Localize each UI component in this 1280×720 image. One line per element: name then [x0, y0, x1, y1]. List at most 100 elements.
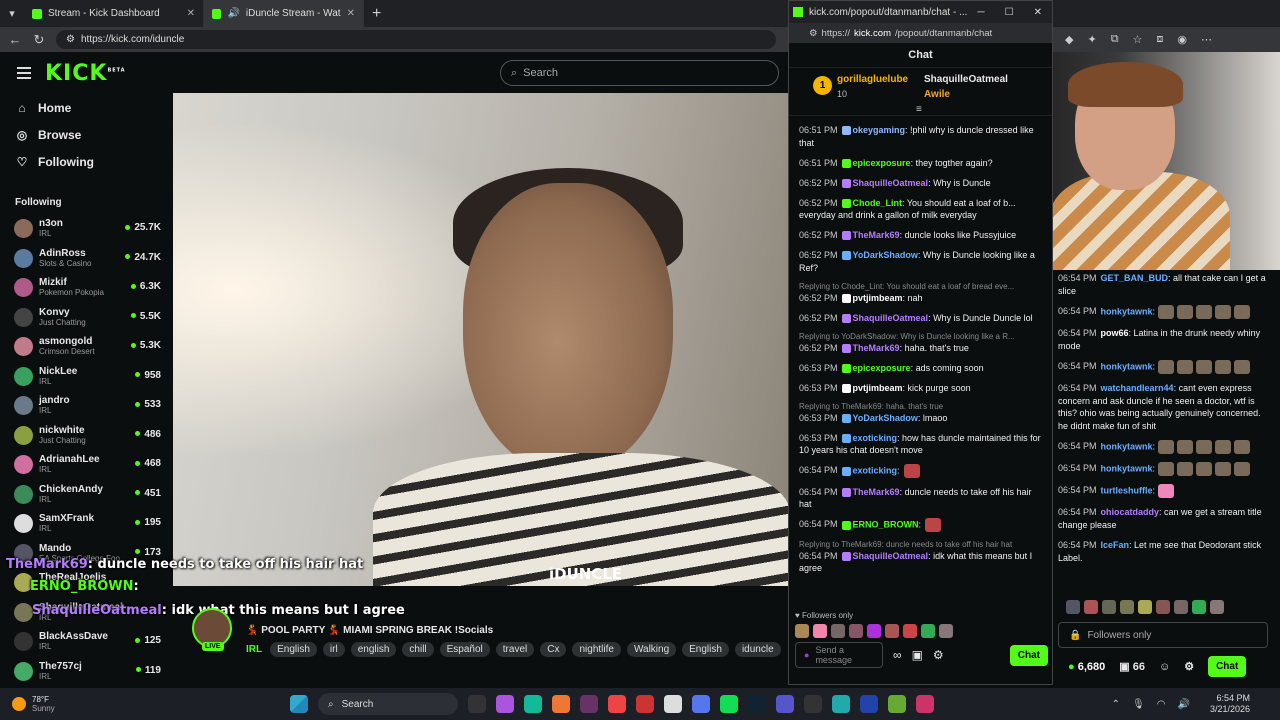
stream-tag[interactable]: english [350, 642, 397, 657]
message-username[interactable]: Chode_Lint [853, 198, 903, 208]
new-tab-button[interactable]: + [372, 5, 381, 23]
following-item[interactable]: NickLee IRL 958 [0, 362, 172, 392]
message-username[interactable]: exoticking [853, 465, 898, 475]
following-item[interactable]: jandro IRL 533 [0, 391, 172, 421]
emote[interactable] [795, 624, 809, 638]
app-icon[interactable] [580, 695, 598, 713]
emote[interactable] [1156, 600, 1170, 614]
message-username[interactable]: pvtjimbeam [853, 383, 903, 393]
message-username[interactable]: YoDarkShadow [853, 250, 918, 260]
maximize-icon[interactable]: ☐ [1005, 7, 1014, 18]
weather-widget[interactable]: 78°F Sunny [0, 695, 290, 713]
emote-icon[interactable]: ∞ [893, 648, 902, 662]
start-icon[interactable] [290, 695, 308, 713]
message-username[interactable]: ShaquilleOatmeal [853, 178, 929, 188]
emote[interactable] [1174, 600, 1188, 614]
app-icon[interactable] [804, 695, 822, 713]
message-username[interactable]: epicexposure [853, 158, 911, 168]
menu-icon[interactable] [17, 67, 31, 79]
message-username[interactable]: GET_BAN_BUD [1101, 273, 1169, 283]
favorites-icon[interactable]: ☆ [1133, 33, 1143, 46]
extension-icon[interactable]: ◆ [1065, 33, 1073, 46]
extension-icon[interactable]: ✦ [1087, 33, 1096, 46]
following-item[interactable]: asmongold Crimson Desert 5.3K [0, 332, 172, 362]
spotify-icon[interactable] [720, 695, 738, 713]
reload-icon[interactable]: ↻ [32, 32, 46, 48]
search-input[interactable]: ⌕ Search [500, 60, 779, 86]
message-username[interactable]: ohiocatdaddy [1101, 507, 1160, 517]
volume-icon[interactable]: 🔊 [1178, 699, 1190, 710]
message-username[interactable]: honkytawnk [1101, 306, 1153, 316]
emote[interactable] [1102, 600, 1116, 614]
url-field[interactable]: ⚙ https://kick.com/iduncle [56, 30, 776, 49]
emote[interactable] [849, 624, 863, 638]
tab-kick-dashboard[interactable]: Stream - Kick Dashboard ✕ [24, 0, 204, 27]
stream-tag[interactable]: English [270, 642, 317, 657]
emote-icon[interactable]: ☺ [1159, 661, 1170, 673]
message-username[interactable]: epicexposure [853, 363, 911, 373]
message-username[interactable]: exoticking [853, 433, 898, 443]
send-message-input[interactable]: ● Send a message [795, 642, 883, 668]
extensions-icon[interactable]: ⧉ [1111, 33, 1119, 46]
following-item[interactable]: nickwhite Just Chatting 486 [0, 421, 172, 451]
stream-tag[interactable]: iduncle [734, 642, 781, 657]
sidebar-item-home[interactable]: ⌂ Home [0, 94, 172, 121]
message-username[interactable]: turtleshuffle [1101, 485, 1153, 495]
chat-send-button[interactable]: Chat [1208, 656, 1247, 677]
message-username[interactable]: TheMark69 [853, 487, 900, 497]
emote[interactable] [921, 624, 935, 638]
following-item[interactable]: n3on IRL 25.7K [0, 214, 172, 244]
app-icon[interactable] [636, 695, 654, 713]
message-username[interactable]: IceFan [1101, 540, 1130, 550]
popout-url[interactable]: ⚙ https://kick.com/popout/dtanmanb/chat [789, 23, 1052, 43]
emote[interactable] [1084, 600, 1098, 614]
emote[interactable] [939, 624, 953, 638]
discord-icon[interactable] [692, 695, 710, 713]
emote[interactable] [1210, 600, 1224, 614]
more-icon[interactable]: ⋯ [1201, 33, 1212, 46]
message-username[interactable]: YoDarkShadow [853, 413, 918, 423]
message-username[interactable]: pvtjimbeam [853, 293, 903, 303]
message-username[interactable]: TheMark69 [853, 343, 900, 353]
firefox-icon[interactable] [552, 695, 570, 713]
stream-tag[interactable]: Walking [626, 642, 677, 657]
mic-icon[interactable]: 🎙 [1132, 699, 1145, 710]
collections-icon[interactable]: ⧈ [1156, 33, 1163, 46]
steam-icon[interactable] [748, 695, 766, 713]
stream-tag[interactable]: irl [322, 642, 345, 657]
stream-tag[interactable]: travel [495, 642, 535, 657]
emote[interactable] [1066, 600, 1080, 614]
app-icon[interactable] [860, 695, 878, 713]
message-username[interactable]: honkytawnk [1101, 441, 1153, 451]
chat-send-button[interactable]: Chat [1009, 644, 1048, 666]
following-item[interactable]: BlackAssDave IRL 125 [0, 627, 172, 657]
stream-tag[interactable]: nightlife [572, 642, 621, 657]
wifi-icon[interactable]: ◠ [1157, 699, 1166, 710]
app-icon[interactable] [888, 695, 906, 713]
taskbar-search[interactable]: ⌕ Search [318, 693, 458, 715]
emote[interactable] [867, 624, 881, 638]
emote[interactable] [903, 624, 917, 638]
category-link[interactable]: IRL [246, 644, 262, 655]
app-icon[interactable] [776, 695, 794, 713]
message-username[interactable]: honkytawnk [1101, 361, 1153, 371]
app-icon[interactable] [916, 695, 934, 713]
close-icon[interactable]: ✕ [187, 8, 195, 19]
kick-logo[interactable]: KICKBETA [45, 61, 126, 86]
stream-tag[interactable]: chill [402, 642, 434, 657]
emote[interactable] [1120, 600, 1134, 614]
app-icon[interactable] [608, 695, 626, 713]
following-item[interactable]: AdinRoss Slots & Casino 24.7K [0, 244, 172, 274]
following-item[interactable]: ChickenAndy IRL 451 [0, 480, 172, 510]
chevron-up-icon[interactable]: ⌃ [1112, 699, 1120, 710]
emote[interactable] [1138, 600, 1152, 614]
gift-icon[interactable]: ▣ [912, 648, 923, 662]
gift-count[interactable]: ▣ 66 [1119, 660, 1145, 673]
message-username[interactable]: pow66 [1101, 328, 1129, 338]
sidebar-item-following[interactable]: ♡ Following [0, 148, 172, 175]
message-username[interactable]: ERNO_BROWN [853, 519, 919, 529]
clock[interactable]: 6:54 PM 3/21/2026 [1210, 693, 1280, 715]
stream-tag[interactable]: Español [439, 642, 490, 657]
close-icon[interactable]: ✕ [1034, 7, 1042, 18]
itunes-icon[interactable] [664, 695, 682, 713]
